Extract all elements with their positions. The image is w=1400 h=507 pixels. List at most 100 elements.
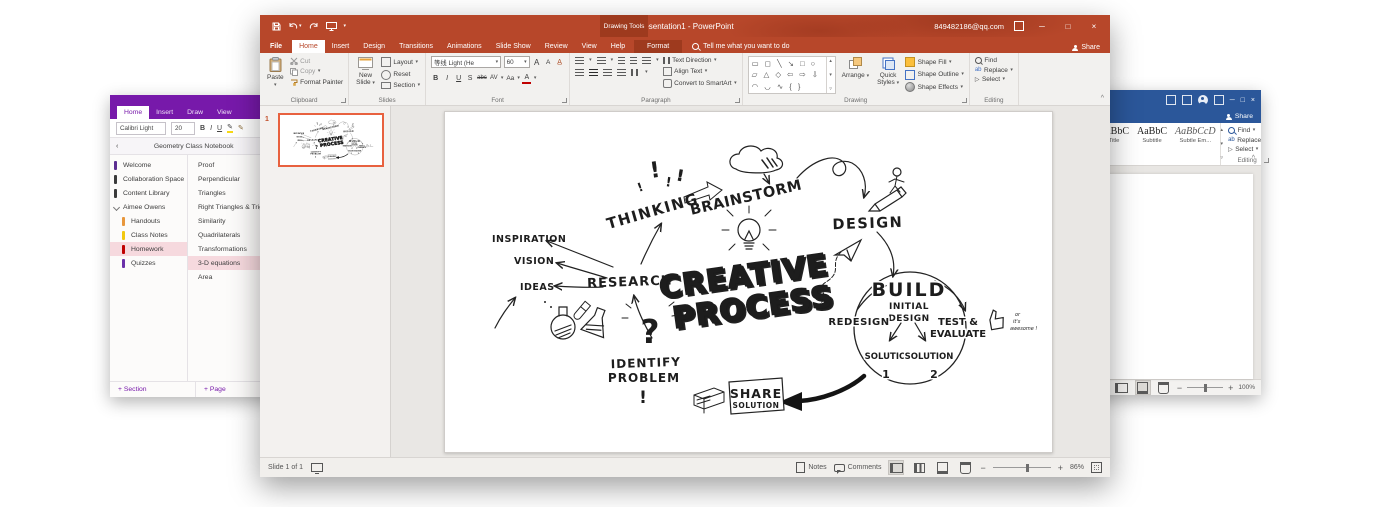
zoom-out-button[interactable]: − [980, 463, 985, 473]
align-text-button[interactable]: Align Text▾ [663, 67, 737, 76]
new-slide-button[interactable]: NewSlide ▾ [354, 56, 377, 88]
zoom-slider[interactable] [1187, 387, 1223, 388]
tab-file[interactable]: File [260, 40, 292, 53]
columns-icon[interactable] [631, 69, 640, 76]
undo-button[interactable]: ▾ [288, 22, 302, 30]
layout-button[interactable]: Layout▾ [381, 57, 420, 67]
tab-review[interactable]: Review [538, 40, 575, 53]
tab-insert[interactable]: Insert [325, 40, 357, 53]
add-page-button[interactable]: + Page [196, 382, 226, 397]
word-share-button[interactable]: Share [1235, 113, 1253, 120]
ribbon-display-options-icon[interactable] [1014, 21, 1024, 31]
shrink-font-button[interactable]: A [544, 57, 553, 67]
zoom-in-button[interactable]: + [1228, 383, 1233, 393]
change-case-button[interactable]: Aa [506, 73, 515, 83]
find-button[interactable]: Find [975, 57, 1013, 64]
format-painter-icon[interactable]: ✎ [238, 124, 244, 132]
font-color-button[interactable]: A [522, 72, 531, 84]
onenote-tab-draw[interactable]: Draw [180, 106, 210, 119]
arrange-button[interactable]: Arrange ▾ [840, 56, 871, 80]
ribbon-display-options-icon[interactable] [1214, 95, 1224, 105]
zoom-out-button[interactable]: − [1177, 383, 1182, 393]
underline-button[interactable]: U [217, 125, 222, 132]
slide-1[interactable] [444, 111, 1053, 453]
dialog-launcher-icon[interactable] [962, 98, 967, 103]
character-spacing-button[interactable]: AV [489, 73, 498, 83]
shapes-row-1[interactable]: ▭ ◻ ╲ ↘ □ ○ [752, 60, 823, 68]
shape-effects-button[interactable]: Shape Effects▾ [905, 82, 964, 92]
section-content-library[interactable]: Content Library [110, 186, 187, 200]
word-find-button[interactable]: Find▾ [1228, 127, 1261, 134]
section-welcome[interactable]: Welcome [110, 158, 187, 172]
decrease-indent-icon[interactable] [618, 57, 625, 64]
shape-outline-button[interactable]: Shape Outline▾ [905, 70, 964, 80]
strikethrough-button[interactable]: abc [477, 73, 487, 83]
increase-indent-icon[interactable] [630, 57, 637, 64]
save-icon[interactable] [1182, 95, 1192, 105]
maximize-icon[interactable]: □ [1060, 22, 1076, 31]
slideshow-view-icon[interactable] [957, 460, 973, 475]
collapse-ribbon-icon[interactable]: ^ [1101, 95, 1104, 102]
grow-font-button[interactable]: A [532, 57, 541, 67]
tab-slide-show[interactable]: Slide Show [489, 40, 538, 53]
word-replace-button[interactable]: abReplace [1228, 137, 1261, 144]
tab-help[interactable]: Help [604, 40, 632, 53]
redo-icon[interactable] [309, 22, 319, 30]
read-mode-icon[interactable] [1114, 380, 1130, 395]
zoom-slider-thumb[interactable] [1204, 384, 1207, 392]
dialog-launcher-icon[interactable] [735, 98, 740, 103]
minimize-icon[interactable]: ─ [1230, 97, 1235, 104]
onenote-tab-insert[interactable]: Insert [149, 106, 180, 119]
web-layout-icon[interactable] [1156, 380, 1172, 395]
section-class-notes[interactable]: Class Notes [110, 228, 187, 242]
bold-button[interactable]: B [200, 125, 205, 132]
font-name-select[interactable]: 等线 Light (He▾ [431, 56, 501, 68]
maximize-icon[interactable]: □ [1241, 97, 1245, 104]
select-button[interactable]: ▷Select▾ [975, 76, 1013, 83]
tab-design[interactable]: Design [356, 40, 392, 53]
shape-fill-button[interactable]: Shape Fill▾ [905, 57, 964, 67]
customize-qat-icon[interactable]: ▾ [344, 24, 347, 29]
numbering-icon[interactable] [597, 57, 606, 64]
tab-animations[interactable]: Animations [440, 40, 489, 53]
fit-slide-to-window-icon[interactable] [1091, 462, 1102, 473]
slide-sorter-view-icon[interactable] [911, 460, 927, 475]
text-direction-button[interactable]: Text Direction▾ [663, 57, 737, 64]
onenote-tab-home[interactable]: Home [117, 106, 149, 119]
zoom-level[interactable]: 86% [1070, 464, 1084, 471]
quick-styles-button[interactable]: QuickStyles ▾ [875, 56, 901, 88]
comments-button[interactable]: Comments [834, 464, 882, 472]
display-settings-icon[interactable] [311, 463, 323, 472]
dialog-launcher-icon[interactable] [341, 98, 346, 103]
print-layout-icon[interactable] [1135, 380, 1151, 395]
save-icon[interactable] [272, 22, 281, 31]
notes-button[interactable]: Notes [796, 462, 826, 473]
section-quizzes[interactable]: Quizzes [110, 256, 187, 270]
section-handouts[interactable]: Handouts [110, 214, 187, 228]
shapes-row-3[interactable]: ◠ ◡ ∿ { } [752, 83, 823, 91]
underline-button[interactable]: U [454, 73, 463, 83]
copy-button[interactable]: Copy▾ [290, 68, 344, 76]
paste-button[interactable]: Paste▾ [265, 56, 286, 89]
section-button[interactable]: Section▾ [381, 82, 420, 89]
section-homework-selected[interactable]: Homework [110, 242, 187, 256]
word-select-button[interactable]: ▷Select▾ [1228, 146, 1261, 153]
section-group-aimee-owens[interactable]: Aimee Owens [110, 200, 187, 214]
minimize-icon[interactable]: ─ [1034, 22, 1050, 31]
word-blank-page[interactable] [1107, 174, 1253, 379]
share-button[interactable]: Share [1072, 44, 1100, 51]
collapse-ribbon-icon[interactable]: ^ [1252, 155, 1255, 162]
slide-thumbnail-1[interactable] [278, 113, 384, 167]
tab-format[interactable]: Format [634, 40, 682, 53]
font-size-select[interactable]: 60▾ [504, 56, 530, 68]
highlighter-icon[interactable]: ✎ [227, 124, 233, 133]
align-left-icon[interactable] [575, 69, 584, 76]
zoom-slider[interactable] [993, 467, 1051, 468]
section-collaboration-space[interactable]: Collaboration Space [110, 172, 187, 186]
shapes-gallery-scroll[interactable]: ▴▾▿ [826, 57, 835, 93]
zoom-slider-thumb[interactable] [1026, 464, 1029, 472]
italic-button[interactable]: I [443, 73, 452, 83]
justify-icon[interactable] [617, 69, 626, 76]
expand-chevron-icon[interactable] [113, 204, 120, 211]
align-center-icon[interactable] [589, 69, 598, 76]
